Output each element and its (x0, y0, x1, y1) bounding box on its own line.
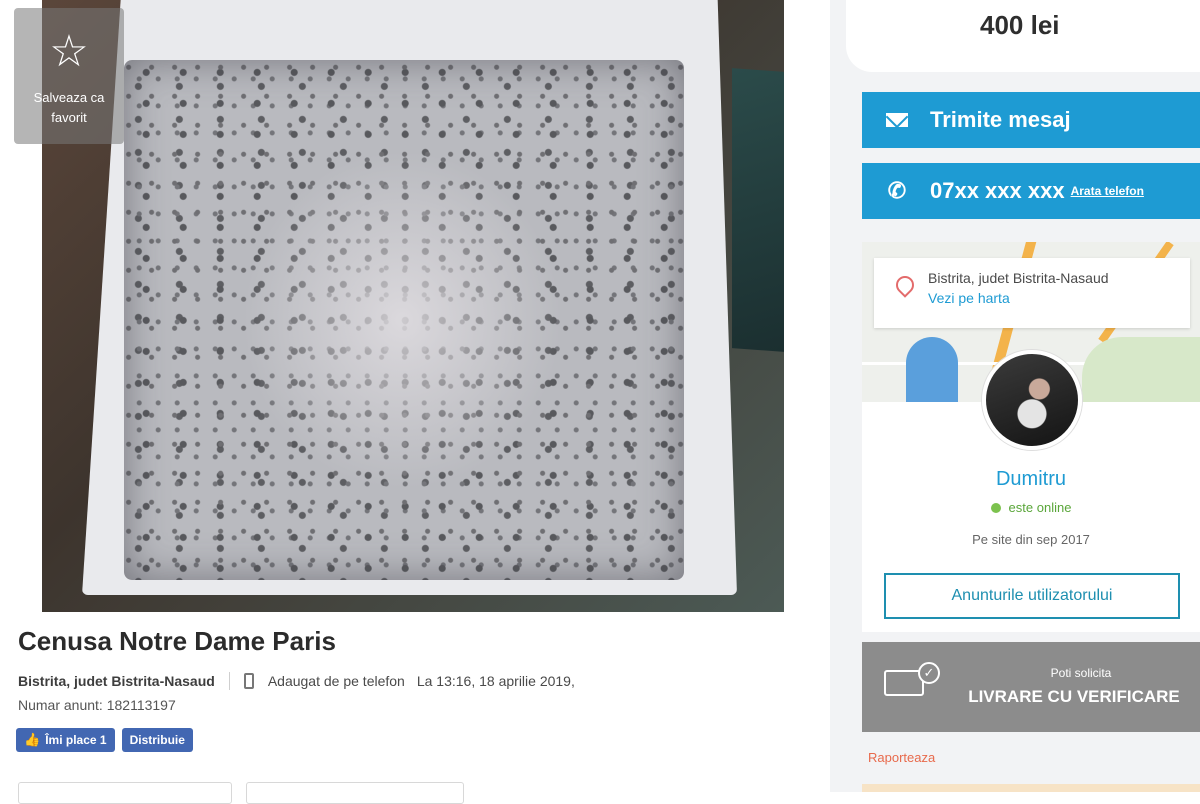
send-message-label: Trimite mesaj (930, 107, 1071, 132)
bottom-tile-1[interactable] (18, 782, 232, 804)
share-label: Distribuie (129, 733, 185, 747)
check-icon: ✓ (918, 662, 940, 684)
star-icon: ☆ (49, 27, 89, 76)
meta-divider (228, 672, 230, 690)
mobile-phone-icon (243, 673, 254, 689)
listing-meta: Bistrita, judet Bistrita-Nasaud Adaugat … (18, 672, 575, 690)
listing-date: La 13:16, 18 aprilie 2019, (416, 673, 575, 689)
facebook-share-button[interactable]: Distribuie (121, 728, 193, 752)
added-via-text: Adaugat de pe telefon (267, 673, 405, 689)
map-location-text: Bistrita, judet Bistrita-Nasaud (928, 270, 1109, 286)
online-status-label: este online (1008, 500, 1072, 515)
seller-name[interactable]: Dumitru (862, 468, 1200, 491)
phone-icon: ✆ (887, 178, 907, 203)
social-buttons: 👍 Îmi place 1 Distribuie (16, 728, 193, 752)
map-park (1082, 337, 1200, 402)
save-favorite-label: Salveaza ca favorit (33, 90, 105, 125)
save-favorite-button[interactable]: ☆ Salveaza ca favorit (14, 8, 124, 144)
online-dot-icon (990, 503, 1001, 513)
photo-background (732, 68, 784, 352)
avatar[interactable] (982, 350, 1082, 450)
phone-number: 07xx xxx xxx (930, 178, 1065, 203)
report-link[interactable]: Raporteaza (868, 750, 935, 765)
bottom-banner (862, 784, 1200, 792)
thumbs-up-icon: 👍 (24, 732, 41, 747)
bottom-tile-2[interactable] (246, 782, 464, 804)
member-since: Pe site din sep 2017 (972, 532, 1090, 547)
price: 400 lei (980, 10, 1060, 40)
map-location-card: Bistrita, judet Bistrita-Nasaud Vezi pe … (874, 258, 1190, 328)
listing-location[interactable]: Bistrita, judet Bistrita-Nasaud (18, 673, 215, 689)
delivery-caption: Poti solicita (1050, 666, 1112, 680)
facebook-like-button[interactable]: 👍 Îmi place 1 (16, 728, 115, 752)
envelope-icon (884, 107, 910, 133)
view-on-map-link[interactable]: Vezi pe harta (928, 290, 1010, 306)
listing-photo[interactable] (42, 0, 784, 612)
show-phone-button[interactable]: ✆ 07xx xxx xxx Arata telefon (862, 163, 1200, 219)
online-status: este online (862, 500, 1200, 515)
like-label: Îmi place 1 (45, 733, 107, 747)
delivery-banner[interactable]: ✓ Poti solicita LIVRARE CU VERIFICARE (862, 642, 1200, 732)
show-phone-link[interactable]: Arata telefon (1071, 184, 1144, 198)
photo-highlight (242, 150, 562, 490)
user-ads-button[interactable]: Anunturile utilizatorului (884, 573, 1180, 619)
map-water (906, 337, 958, 402)
delivery-title: LIVRARE CU VERIFICARE (968, 687, 1180, 706)
listing-title: Cenusa Notre Dame Paris (18, 626, 336, 656)
send-message-button[interactable]: Trimite mesaj (862, 92, 1200, 148)
ad-number: Numar anunt: 182113197 (18, 697, 176, 713)
location-pin-icon (892, 272, 918, 298)
